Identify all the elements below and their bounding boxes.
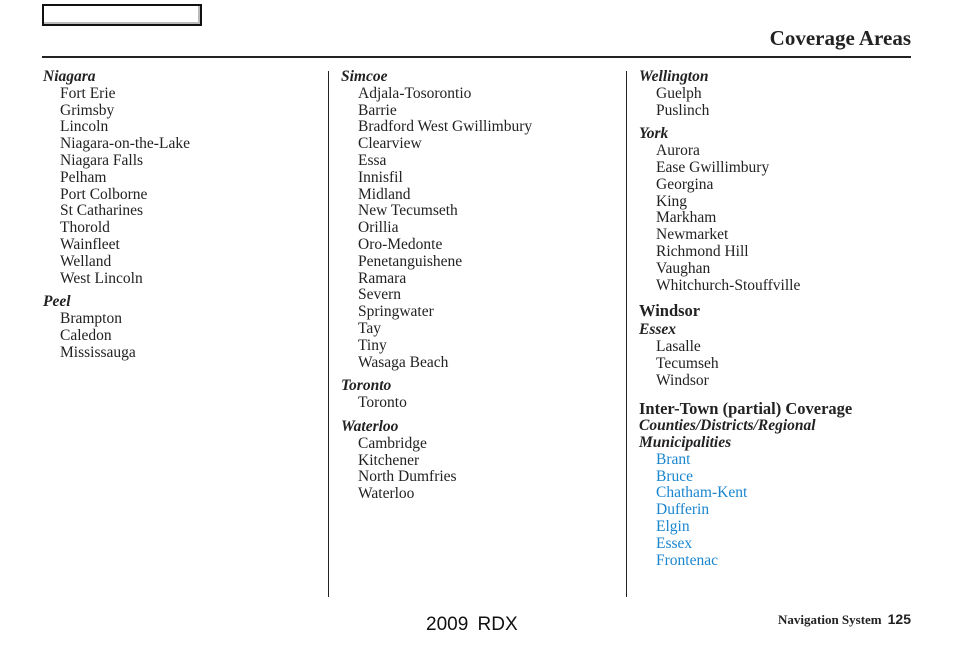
column-divider xyxy=(626,71,627,597)
coverage-link[interactable]: Dufferin xyxy=(639,501,929,519)
list-item: Clearview xyxy=(358,135,422,153)
list-item: Orillia xyxy=(358,219,399,237)
footer-model: 2009 RDX xyxy=(426,614,518,635)
list-item: Georgina xyxy=(656,175,714,193)
list-item: Tay xyxy=(358,319,382,337)
list-item: Fort Erie xyxy=(60,84,116,102)
list-item: Whitchurch-Stouffville xyxy=(656,276,801,294)
intertown-subtitle-line2: Municipalities xyxy=(639,433,732,451)
intertown-heading: Inter-Town (partial) Coverage xyxy=(639,399,853,419)
column-3: Wellington Guelph Puslinch York Aurora Ease G… xyxy=(639,68,929,570)
list-item: New Tecumseth xyxy=(358,202,458,220)
group-heading: Niagara xyxy=(43,68,96,85)
list-item: Puslinch xyxy=(656,101,710,119)
list-item: Toronto xyxy=(358,394,407,412)
list-item: Windsor xyxy=(656,371,709,389)
list-item: Aurora xyxy=(656,142,700,160)
list-item: Tecumseh xyxy=(656,354,719,372)
group-heading: Simcoe xyxy=(341,68,388,85)
list-item: Mississauga xyxy=(60,343,136,361)
list-item: Adjala-Tosorontio xyxy=(358,84,472,102)
list-item: Kitchener xyxy=(358,451,420,469)
list-item: Ease Gwillimbury xyxy=(656,158,770,176)
coverage-link[interactable]: Chatham-Kent xyxy=(639,485,929,502)
list-item: Midland xyxy=(358,185,411,203)
list-item: Severn xyxy=(358,286,402,304)
column-divider xyxy=(328,71,329,597)
list-item: Grimsby xyxy=(60,101,115,119)
footer-section-label: Navigation System xyxy=(778,612,882,627)
coverage-link[interactable]: Essex xyxy=(639,535,929,553)
group-heading: Waterloo xyxy=(341,417,399,435)
title-divider xyxy=(42,56,911,58)
list-item: King xyxy=(656,192,687,210)
list-item: Essa xyxy=(358,151,387,169)
group-heading: Toronto xyxy=(341,377,392,395)
list-item: Innisfil xyxy=(358,168,403,186)
list-item: Brampton xyxy=(60,310,122,328)
list-item: Springwater xyxy=(358,303,434,321)
group-heading: York xyxy=(639,125,669,143)
list-item: Penetanguishene xyxy=(358,252,463,270)
list-item: Port Colborne xyxy=(60,185,148,203)
list-item: Oro-Medonte xyxy=(358,235,443,253)
list-item: Welland xyxy=(60,252,112,270)
coverage-link[interactable]: Frontenac xyxy=(639,552,929,570)
list-item: Pelham xyxy=(60,168,107,186)
list-item: Lincoln xyxy=(60,118,109,136)
column-1: Niagara Fort Erie Grimsby Lincoln Niagara-on… xyxy=(43,68,323,362)
list-item: Markham xyxy=(656,209,717,227)
list-item: Ramara xyxy=(358,269,407,287)
list-item: Tiny xyxy=(358,336,387,354)
coverage-link[interactable]: Elgin xyxy=(639,518,929,536)
list-item: Barrie xyxy=(358,101,397,119)
list-item: Thorold xyxy=(60,219,110,237)
list-item: Niagara-on-the-Lake xyxy=(60,135,190,153)
list-item: Guelph xyxy=(656,84,702,102)
list-item: St Catharines xyxy=(60,202,144,220)
list-item: Bradford West Gwillimbury xyxy=(358,118,533,136)
intertown-subtitle: Counties/Districts/Regional Municipaliti… xyxy=(639,417,929,452)
list-item: North Dumfries xyxy=(358,468,457,486)
list-item: Richmond Hill xyxy=(656,242,749,260)
list-item: West Lincoln xyxy=(60,269,143,287)
page-title: Coverage Areas xyxy=(769,26,911,50)
coverage-link[interactable]: Bruce xyxy=(639,468,929,486)
list-item: Cambridge xyxy=(358,434,427,452)
footer-section: Navigation System 125 xyxy=(778,611,911,628)
coverage-link[interactable]: Brant xyxy=(639,451,929,469)
list-item: Caledon xyxy=(60,326,112,344)
windsor-heading: Windsor xyxy=(639,301,701,321)
page-number: 125 xyxy=(887,611,911,627)
list-item: Waterloo xyxy=(358,485,415,503)
essex-group-heading: Essex xyxy=(639,321,677,339)
page-tab-box xyxy=(42,4,202,26)
list-item: Wainfleet xyxy=(60,235,120,253)
list-item: Newmarket xyxy=(656,226,729,244)
list-item: Wasaga Beach xyxy=(358,353,449,371)
column-2: Simcoe Adjala-Tosorontio Barrie Bradford We… xyxy=(341,68,621,503)
list-item: Niagara Falls xyxy=(60,151,144,169)
list-item: Lasalle xyxy=(656,337,701,355)
group-heading: Peel xyxy=(43,293,71,311)
group-heading: Wellington xyxy=(639,68,709,85)
list-item: Vaughan xyxy=(656,259,711,277)
intertown-subtitle-line1: Counties/Districts/Regional xyxy=(639,417,816,435)
